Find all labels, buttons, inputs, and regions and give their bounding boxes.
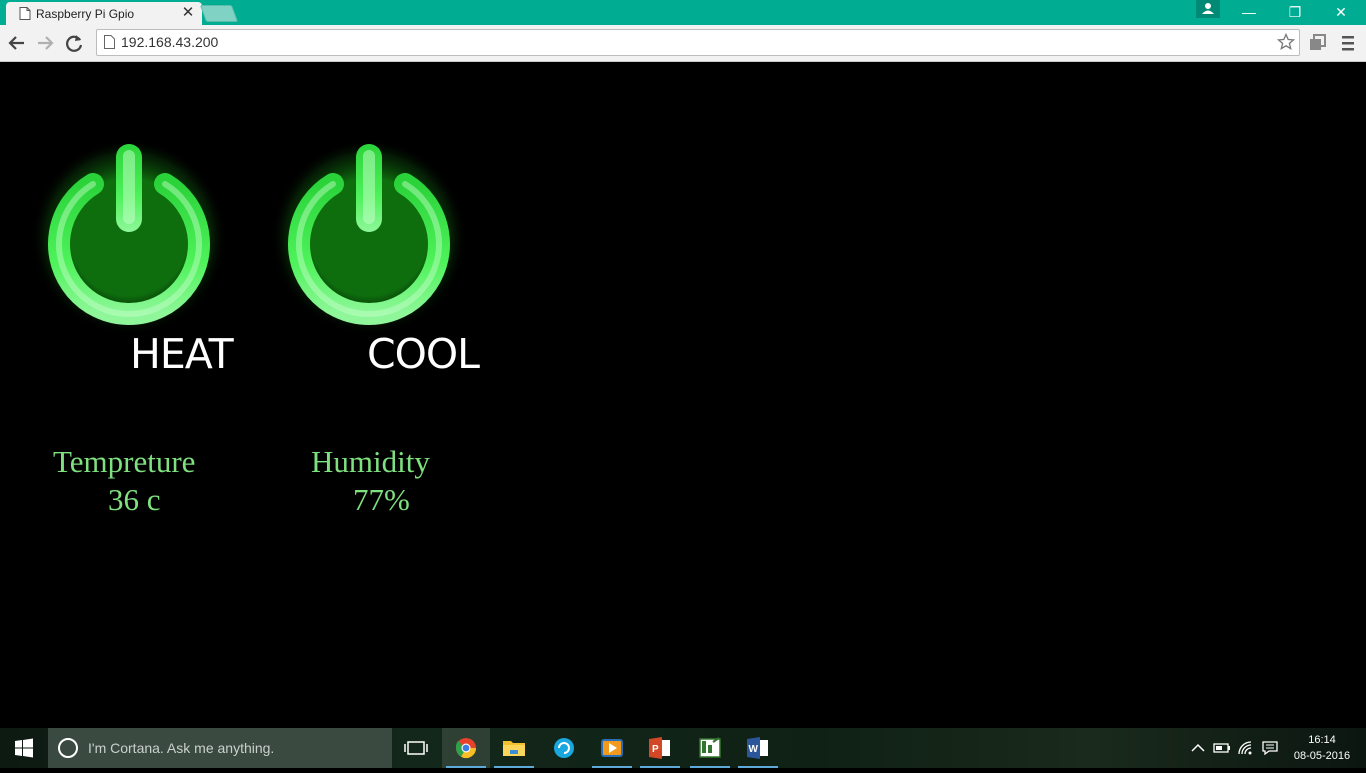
svg-text:W: W	[749, 744, 759, 755]
profile-button[interactable]	[1196, 0, 1220, 18]
taskbar-word[interactable]: W	[734, 728, 782, 768]
page-icon	[19, 7, 31, 20]
clock-time: 16:14	[1308, 734, 1336, 746]
taskbar-project[interactable]	[686, 728, 734, 768]
browser-titlebar: Raspberry Pi Gpio ✕ — ❐ ✕	[0, 0, 1366, 25]
humidity-value: 77%	[353, 482, 410, 517]
battery-icon[interactable]	[1213, 740, 1231, 756]
url-text[interactable]: 192.168.43.200	[121, 34, 218, 50]
task-view-icon[interactable]	[398, 728, 434, 768]
taskbar-video[interactable]	[588, 728, 636, 768]
wifi-icon[interactable]	[1237, 740, 1255, 756]
temperature-label: Tempreture	[53, 444, 196, 479]
new-tab-button[interactable]	[199, 5, 239, 22]
taskbar-chrome[interactable]	[442, 728, 490, 768]
address-bar[interactable]: 192.168.43.200	[96, 29, 1300, 56]
close-window-button[interactable]: ✕	[1318, 0, 1364, 24]
forward-arrow-icon[interactable]	[34, 32, 56, 54]
windows-taskbar: I'm Cortana. Ask me anything. P W 16:14 …	[0, 728, 1366, 768]
powerpoint-icon: P	[649, 737, 670, 759]
humidity-label: Humidity	[311, 444, 430, 479]
video-icon	[601, 739, 623, 757]
taskbar-file-explorer[interactable]	[490, 728, 538, 768]
page-viewport: HEAT COOL Tempreture 36 c Humidity 77%	[0, 62, 1366, 728]
heat-label: HEAT	[130, 330, 234, 378]
page-info-icon[interactable]	[104, 35, 115, 49]
minimize-button[interactable]: —	[1226, 0, 1272, 24]
browser-tab[interactable]: Raspberry Pi Gpio ✕	[6, 2, 202, 25]
taskbar-clock[interactable]: 16:14 08-05-2016	[1286, 732, 1358, 764]
reload-icon[interactable]	[63, 32, 85, 54]
file-explorer-icon	[503, 741, 525, 756]
taskbar-powerpoint[interactable]: P	[636, 728, 684, 768]
project-icon	[699, 737, 721, 758]
cool-label: COOL	[367, 330, 480, 378]
temperature-value: 36 c	[108, 482, 161, 517]
cortana-icon	[58, 738, 78, 758]
windows-start-icon[interactable]	[0, 728, 48, 768]
restore-button[interactable]: ❐	[1272, 0, 1318, 24]
cortana-search-box[interactable]: I'm Cortana. Ask me anything.	[48, 728, 392, 768]
tab-title: Raspberry Pi Gpio	[36, 7, 135, 21]
tab-close-icon[interactable]: ✕	[180, 4, 196, 22]
chevron-up-icon[interactable]	[1189, 740, 1207, 756]
extension-icon[interactable]	[1308, 33, 1328, 53]
taskbar-store[interactable]	[540, 728, 588, 768]
clock-date: 08-05-2016	[1293, 750, 1351, 762]
menu-icon[interactable]	[1340, 33, 1356, 53]
bookmark-star-icon[interactable]	[1277, 33, 1295, 51]
profile-icon	[1202, 3, 1214, 14]
back-arrow-icon[interactable]	[6, 32, 28, 54]
store-icon	[554, 738, 574, 758]
svg-text:P: P	[652, 744, 659, 755]
word-icon: W	[747, 737, 768, 759]
heat-power-button[interactable]	[29, 132, 229, 332]
chrome-icon	[455, 738, 477, 759]
cool-power-button[interactable]	[269, 132, 469, 332]
cortana-placeholder: I'm Cortana. Ask me anything.	[88, 740, 275, 756]
browser-toolbar: 192.168.43.200	[0, 25, 1366, 62]
action-center-icon[interactable]	[1261, 740, 1279, 756]
